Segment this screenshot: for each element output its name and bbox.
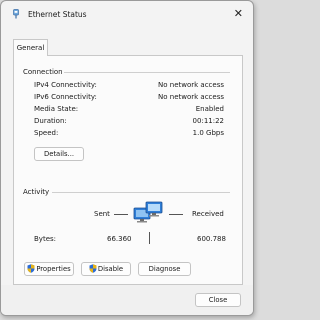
disable-button[interactable]: Disable bbox=[81, 262, 131, 276]
received-label: Received bbox=[192, 210, 224, 218]
disable-label: Disable bbox=[97, 265, 124, 273]
window-title: Ethernet Status bbox=[28, 10, 87, 19]
close-icon[interactable]: ✕ bbox=[234, 7, 243, 20]
ipv4-value: No network access bbox=[158, 81, 224, 89]
properties-button[interactable]: Properties bbox=[24, 262, 74, 276]
title-bar: Ethernet Status ✕ bbox=[1, 1, 253, 29]
speed-value: 1.0 Gbps bbox=[192, 129, 224, 137]
uac-shield-icon bbox=[89, 264, 97, 273]
details-button[interactable]: Details... bbox=[34, 147, 84, 161]
duration-label: Duration: bbox=[34, 117, 67, 125]
bytes-sent-value: 66.360 bbox=[107, 235, 132, 243]
ethernet-status-window: Ethernet Status ✕ General Connection IPv… bbox=[0, 0, 254, 316]
connection-heading: Connection bbox=[23, 68, 63, 76]
ethernet-icon bbox=[13, 9, 19, 19]
ipv6-label: IPv6 Connectivity: bbox=[34, 93, 97, 101]
media-state-label: Media State: bbox=[34, 105, 79, 113]
properties-label: Properties bbox=[36, 265, 71, 273]
received-dash bbox=[169, 214, 183, 215]
uac-shield-icon bbox=[27, 264, 35, 273]
duration-value: 00:11:22 bbox=[192, 117, 224, 125]
connection-divider bbox=[64, 72, 230, 73]
ipv6-value: No network access bbox=[158, 93, 224, 101]
general-panel: Connection IPv4 Connectivity: No network… bbox=[13, 55, 243, 285]
media-state-value: Enabled bbox=[195, 105, 224, 113]
ipv4-label: IPv4 Connectivity: bbox=[34, 81, 97, 89]
bytes-received-value: 600.788 bbox=[197, 235, 226, 243]
close-button[interactable]: Close bbox=[195, 293, 241, 307]
bytes-divider bbox=[149, 232, 150, 244]
bytes-label: Bytes: bbox=[34, 235, 57, 243]
sent-label: Sent bbox=[94, 210, 110, 218]
tab-general[interactable]: General bbox=[13, 39, 48, 56]
diagnose-button[interactable]: Diagnose bbox=[138, 262, 191, 276]
sent-dash bbox=[114, 214, 128, 215]
network-computers-icon bbox=[133, 201, 163, 223]
activity-divider bbox=[52, 192, 230, 193]
dialog-footer: Close bbox=[1, 285, 253, 315]
activity-heading: Activity bbox=[23, 188, 50, 196]
speed-label: Speed: bbox=[34, 129, 59, 137]
